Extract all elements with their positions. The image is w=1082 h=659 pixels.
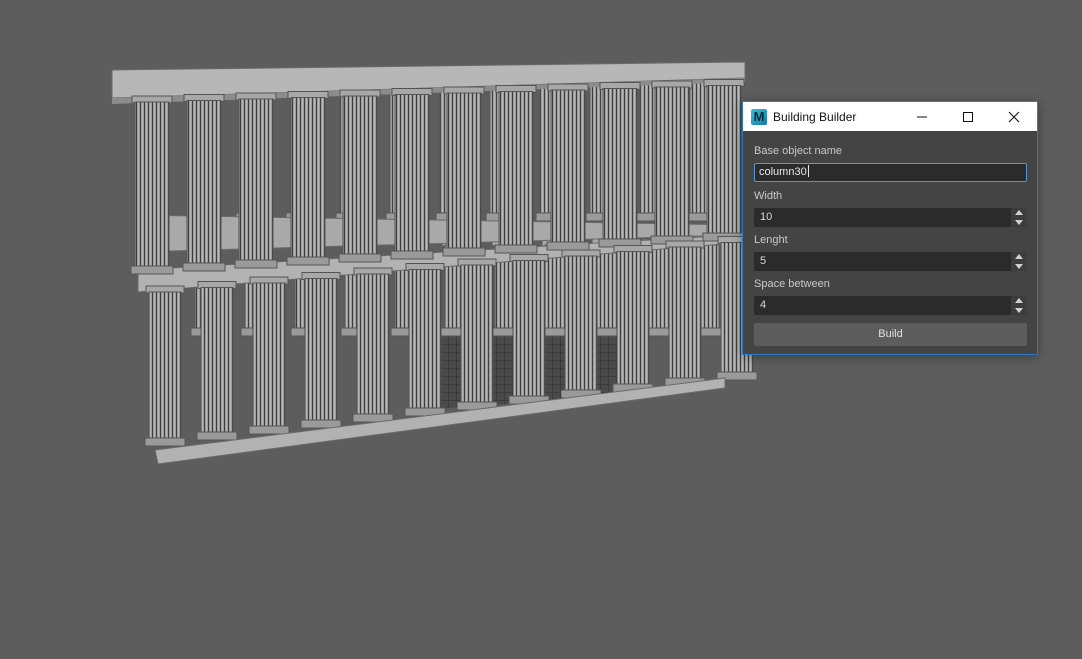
column: [300, 272, 342, 429]
width-value: 10: [760, 211, 773, 223]
column: [144, 285, 186, 447]
column: [664, 240, 706, 387]
space-increment-button[interactable]: [1011, 296, 1027, 305]
build-button[interactable]: Build: [754, 323, 1027, 346]
column: [546, 83, 590, 251]
width-decrement-button[interactable]: [1011, 218, 1027, 227]
column: [560, 249, 602, 399]
column: [508, 254, 550, 405]
column: [650, 80, 694, 245]
title-bar[interactable]: M Building Builder: [743, 102, 1037, 131]
length-decrement-button[interactable]: [1011, 262, 1027, 271]
space-between-value: 4: [760, 299, 767, 311]
arrow-up-icon: [1015, 298, 1023, 303]
close-button[interactable]: [991, 102, 1037, 131]
column: [338, 89, 382, 263]
column: [404, 263, 446, 417]
column: [130, 95, 174, 275]
space-between-label: Space between: [754, 278, 830, 290]
maximize-button[interactable]: [945, 102, 991, 131]
width-increment-button[interactable]: [1011, 208, 1027, 217]
arrow-down-icon: [1015, 264, 1023, 269]
column: [248, 276, 290, 435]
length-value: 5: [760, 255, 767, 267]
app-logo-icon: M: [751, 108, 767, 125]
minimize-icon: [917, 116, 927, 117]
column: [196, 281, 238, 441]
minimize-button[interactable]: [899, 102, 945, 131]
text-caret: [807, 165, 809, 177]
maximize-icon: [963, 111, 973, 122]
column: [442, 86, 486, 257]
window-title: Building Builder: [773, 109, 857, 124]
base-object-label: Base object name: [754, 145, 843, 157]
space-between-spinbox[interactable]: 4: [754, 296, 1027, 315]
column: [390, 88, 434, 260]
arrow-up-icon: [1015, 210, 1023, 215]
column: [612, 245, 654, 393]
length-label: Lenght: [754, 234, 788, 246]
column: [182, 94, 226, 272]
column: [234, 92, 278, 269]
base-object-value: column30: [759, 166, 807, 178]
length-spinbox[interactable]: 5: [754, 252, 1027, 271]
arrow-up-icon: [1015, 254, 1023, 259]
column: [352, 267, 394, 423]
arrow-down-icon: [1015, 220, 1023, 225]
column: [598, 82, 642, 248]
width-label: Width: [754, 190, 783, 202]
column: [494, 85, 538, 254]
arrow-down-icon: [1015, 308, 1023, 313]
column: [702, 79, 746, 242]
close-icon: [1008, 111, 1020, 122]
column: [286, 91, 330, 266]
column: [456, 258, 498, 411]
space-decrement-button[interactable]: [1011, 306, 1027, 315]
building-builder-dialog: M Building Builder Base object name colu…: [742, 101, 1038, 355]
width-spinbox[interactable]: 10: [754, 208, 1027, 227]
base-object-input[interactable]: column30: [754, 163, 1027, 182]
length-increment-button[interactable]: [1011, 252, 1027, 261]
